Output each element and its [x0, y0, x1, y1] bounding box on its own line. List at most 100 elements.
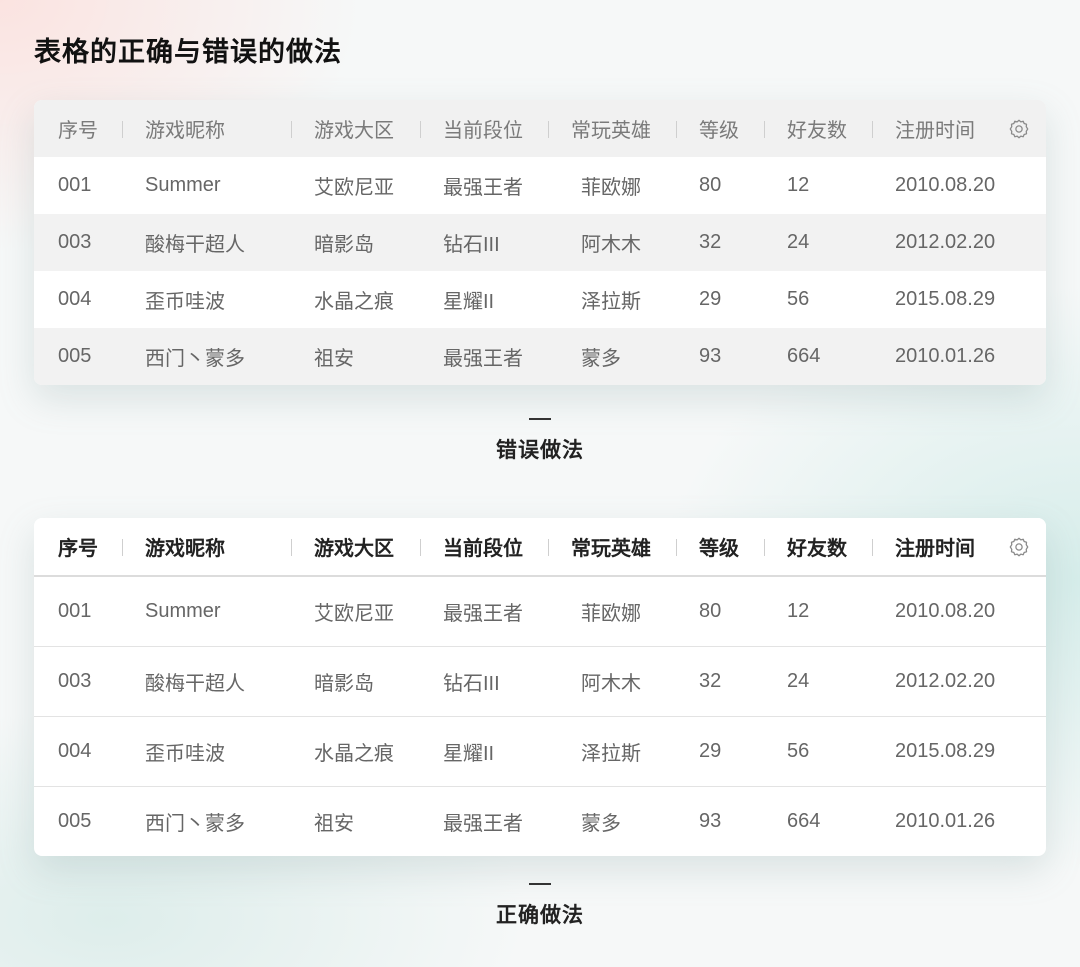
- cell-id: 005: [58, 345, 92, 367]
- cell-id: 003: [58, 670, 92, 692]
- cell-register-time: 2010.01.26: [895, 810, 996, 832]
- cell-id: 001: [58, 600, 92, 622]
- table-row[interactable]: 005 西门丶蒙多 祖安 最强王者 蒙多 93 664 2010.01.26: [34, 328, 1046, 385]
- caption-text: 正确做法: [496, 904, 584, 927]
- cell-register-time: 2012.02.20: [895, 670, 996, 692]
- column-divider: [548, 538, 549, 556]
- cell-rank: 最强王者: [443, 348, 523, 370]
- column-divider: [764, 120, 765, 138]
- cell-region: 水晶之痕: [314, 291, 394, 313]
- cell-id: 005: [58, 810, 92, 832]
- column-header-region[interactable]: 游戏大区: [314, 100, 394, 157]
- column-header-register-time[interactable]: 注册时间: [895, 518, 975, 575]
- cell-nickname: 酸梅干超人: [145, 234, 245, 256]
- table-row[interactable]: 001 Summer 艾欧尼亚 最强王者 菲欧娜 80 12 2010.08.2…: [34, 157, 1046, 214]
- column-divider: [548, 120, 549, 138]
- cell-id: 004: [58, 288, 92, 310]
- table-header: 序号 游戏昵称 游戏大区 当前段位 常玩英雄 等级 好友数 注册时间: [34, 100, 1046, 157]
- cell-friends: 24: [787, 670, 810, 692]
- cell-nickname: 西门丶蒙多: [145, 813, 245, 835]
- column-header-rank[interactable]: 当前段位: [443, 518, 523, 575]
- cell-region: 艾欧尼亚: [314, 177, 394, 199]
- column-divider: [872, 120, 873, 138]
- cell-region: 艾欧尼亚: [314, 603, 394, 625]
- cell-rank: 最强王者: [443, 813, 523, 835]
- cell-id: 003: [58, 231, 92, 253]
- table-header: 序号 游戏昵称 游戏大区 当前段位 常玩英雄 等级 好友数 注册时间: [34, 518, 1046, 577]
- wrong-example-caption: 错误做法: [0, 418, 1080, 464]
- cell-hero: 蒙多: [581, 348, 621, 370]
- caption-dash: [529, 883, 551, 885]
- cell-id: 001: [58, 174, 92, 196]
- cell-hero: 阿木木: [581, 673, 641, 695]
- column-header-region[interactable]: 游戏大区: [314, 518, 394, 575]
- column-header-id[interactable]: 序号: [58, 518, 98, 575]
- cell-hero: 菲欧娜: [581, 177, 641, 199]
- cell-nickname: 酸梅干超人: [145, 673, 245, 695]
- column-header-nickname[interactable]: 游戏昵称: [145, 518, 225, 575]
- column-header-rank[interactable]: 当前段位: [443, 100, 523, 157]
- cell-hero: 泽拉斯: [581, 743, 641, 765]
- cell-register-time: 2010.08.20: [895, 174, 996, 196]
- cell-region: 暗影岛: [314, 234, 374, 256]
- column-header-hero[interactable]: 常玩英雄: [571, 100, 651, 157]
- cell-region: 水晶之痕: [314, 743, 394, 765]
- cell-region: 暗影岛: [314, 673, 374, 695]
- gear-icon[interactable]: [1008, 536, 1030, 558]
- cell-hero: 菲欧娜: [581, 603, 641, 625]
- cell-hero: 泽拉斯: [581, 291, 641, 313]
- cell-register-time: 2012.02.20: [895, 231, 996, 253]
- column-header-hero[interactable]: 常玩英雄: [571, 518, 651, 575]
- table-row[interactable]: 003 酸梅干超人 暗影岛 钻石III 阿木木 32 24 2012.02.20: [34, 214, 1046, 271]
- cell-register-time: 2010.08.20: [895, 600, 996, 622]
- cell-level: 32: [699, 231, 722, 253]
- page-title: 表格的正确与错误的做法: [34, 37, 342, 67]
- column-header-level[interactable]: 等级: [699, 100, 739, 157]
- table-row[interactable]: 004 歪币哇波 水晶之痕 星耀II 泽拉斯 29 56 2015.08.29: [34, 717, 1046, 787]
- cell-register-time: 2015.08.29: [895, 288, 996, 310]
- cell-level: 29: [699, 288, 722, 310]
- cell-region: 祖安: [314, 348, 354, 370]
- cell-rank: 星耀II: [443, 743, 495, 765]
- column-divider: [676, 538, 677, 556]
- table-row[interactable]: 001 Summer 艾欧尼亚 最强王者 菲欧娜 80 12 2010.08.2…: [34, 577, 1046, 647]
- cell-friends: 664: [787, 345, 821, 367]
- column-divider: [676, 120, 677, 138]
- column-header-friends[interactable]: 好友数: [787, 518, 847, 575]
- column-divider: [420, 120, 421, 138]
- cell-rank: 最强王者: [443, 177, 523, 199]
- cell-level: 80: [699, 600, 722, 622]
- column-divider: [872, 538, 873, 556]
- cell-hero: 蒙多: [581, 813, 621, 835]
- cell-nickname: 西门丶蒙多: [145, 348, 245, 370]
- cell-register-time: 2015.08.29: [895, 740, 996, 762]
- table-row[interactable]: 004 歪币哇波 水晶之痕 星耀II 泽拉斯 29 56 2015.08.29: [34, 271, 1046, 328]
- column-header-id[interactable]: 序号: [58, 100, 98, 157]
- cell-region: 祖安: [314, 813, 354, 835]
- cell-level: 93: [699, 810, 722, 832]
- column-divider: [122, 120, 123, 138]
- wrong-example-table: 序号 游戏昵称 游戏大区 当前段位 常玩英雄 等级 好友数 注册时间 001 S…: [34, 100, 1046, 385]
- column-header-nickname[interactable]: 游戏昵称: [145, 100, 225, 157]
- cell-level: 80: [699, 174, 722, 196]
- cell-nickname: Summer: [145, 174, 221, 196]
- column-divider: [122, 538, 123, 556]
- caption-text: 错误做法: [496, 439, 584, 462]
- column-divider: [291, 538, 292, 556]
- gear-icon[interactable]: [1008, 118, 1030, 140]
- right-example-caption: 正确做法: [0, 883, 1080, 929]
- column-divider: [420, 538, 421, 556]
- cell-id: 004: [58, 740, 92, 762]
- cell-level: 93: [699, 345, 722, 367]
- table-row[interactable]: 003 酸梅干超人 暗影岛 钻石III 阿木木 32 24 2012.02.20: [34, 647, 1046, 717]
- caption-dash: [529, 418, 551, 420]
- table-row[interactable]: 005 西门丶蒙多 祖安 最强王者 蒙多 93 664 2010.01.26: [34, 787, 1046, 856]
- column-divider: [764, 538, 765, 556]
- cell-register-time: 2010.01.26: [895, 345, 996, 367]
- cell-rank: 钻石III: [443, 673, 500, 695]
- cell-friends: 12: [787, 600, 810, 622]
- column-divider: [291, 120, 292, 138]
- column-header-friends[interactable]: 好友数: [787, 100, 847, 157]
- column-header-register-time[interactable]: 注册时间: [895, 100, 975, 157]
- column-header-level[interactable]: 等级: [699, 518, 739, 575]
